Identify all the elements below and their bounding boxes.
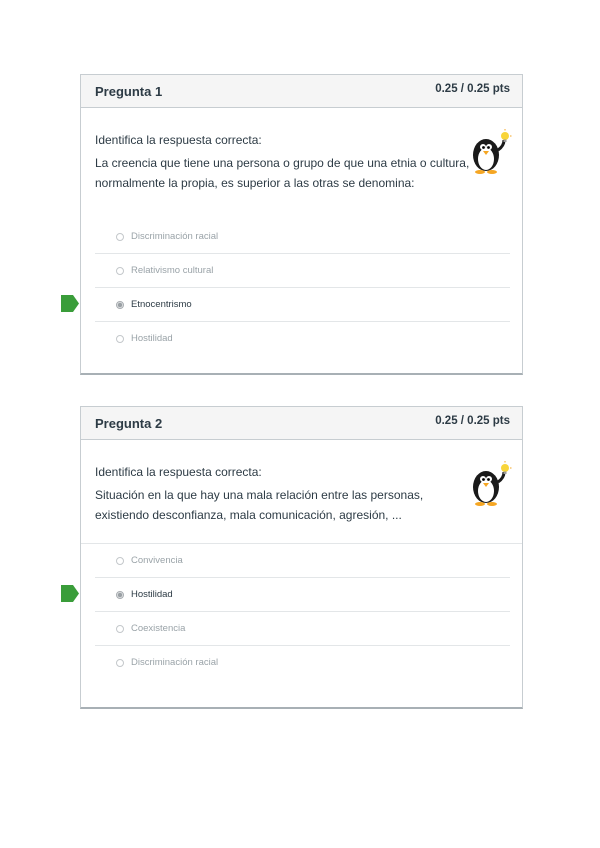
answer-label: Convivencia xyxy=(131,555,183,566)
penguin-lightbulb-icon xyxy=(473,129,512,174)
question-header: Pregunta 2 0.25 / 0.25 pts xyxy=(81,407,522,440)
answer-option[interactable]: Hostilidad xyxy=(95,321,510,355)
radio-button[interactable] xyxy=(116,266,124,275)
correct-answer-flag-icon xyxy=(61,585,79,602)
radio-button[interactable] xyxy=(116,658,124,667)
radio-button[interactable] xyxy=(116,232,124,241)
answer-option[interactable]: Coexistencia xyxy=(95,611,510,645)
answer-option[interactable]: Relativismo cultural xyxy=(95,253,510,287)
answer-label: Relativismo cultural xyxy=(131,265,214,276)
question-instruction: Identifica la respuesta correcta: xyxy=(95,133,262,147)
radio-button-checked[interactable] xyxy=(116,590,124,599)
answer-option[interactable]: Convivencia xyxy=(95,544,510,577)
question-title: Pregunta 1 xyxy=(95,84,163,99)
radio-button[interactable] xyxy=(116,624,124,633)
question-points: 0.25 / 0.25 pts xyxy=(435,83,510,95)
question-instruction: Identifica la respuesta correcta: xyxy=(95,465,262,479)
question-body: Identifica la respuesta correcta: La cre… xyxy=(81,108,522,193)
correct-answer-flag-icon xyxy=(61,295,79,312)
radio-button[interactable] xyxy=(116,556,124,565)
answer-label: Discriminación racial xyxy=(131,231,219,242)
answer-label: Hostilidad xyxy=(131,589,173,600)
penguin-lightbulb-icon xyxy=(473,461,512,506)
answer-label: Coexistencia xyxy=(131,623,186,634)
question-title: Pregunta 2 xyxy=(95,416,163,431)
question-card-1: Pregunta 1 0.25 / 0.25 pts Identifica la… xyxy=(61,74,523,375)
answer-option-selected[interactable]: Etnocentrismo xyxy=(61,287,510,321)
answer-list: Convivencia Hostilidad Coexistencia Disc… xyxy=(61,543,522,679)
answer-label: Etnocentrismo xyxy=(131,299,192,310)
question-header: Pregunta 1 0.25 / 0.25 pts xyxy=(81,75,522,108)
radio-button[interactable] xyxy=(116,334,124,343)
answer-label: Hostilidad xyxy=(131,333,173,344)
answer-list: Discriminación racial Relativismo cultur… xyxy=(61,220,522,355)
answer-option-selected[interactable]: Hostilidad xyxy=(61,577,510,611)
question-text: Situación en la que hay una mala relació… xyxy=(95,488,424,522)
question-card-2: Pregunta 2 0.25 / 0.25 pts Identifica la… xyxy=(61,406,523,709)
answer-label: Discriminación racial xyxy=(131,657,219,668)
question-text: La creencia que tiene una persona o grup… xyxy=(95,156,470,190)
answer-option[interactable]: Discriminación racial xyxy=(95,645,510,679)
answer-option[interactable]: Discriminación racial xyxy=(95,220,510,253)
question-body: Identifica la respuesta correcta: Situac… xyxy=(81,440,522,525)
question-points: 0.25 / 0.25 pts xyxy=(435,415,510,427)
radio-button-checked[interactable] xyxy=(116,300,124,309)
